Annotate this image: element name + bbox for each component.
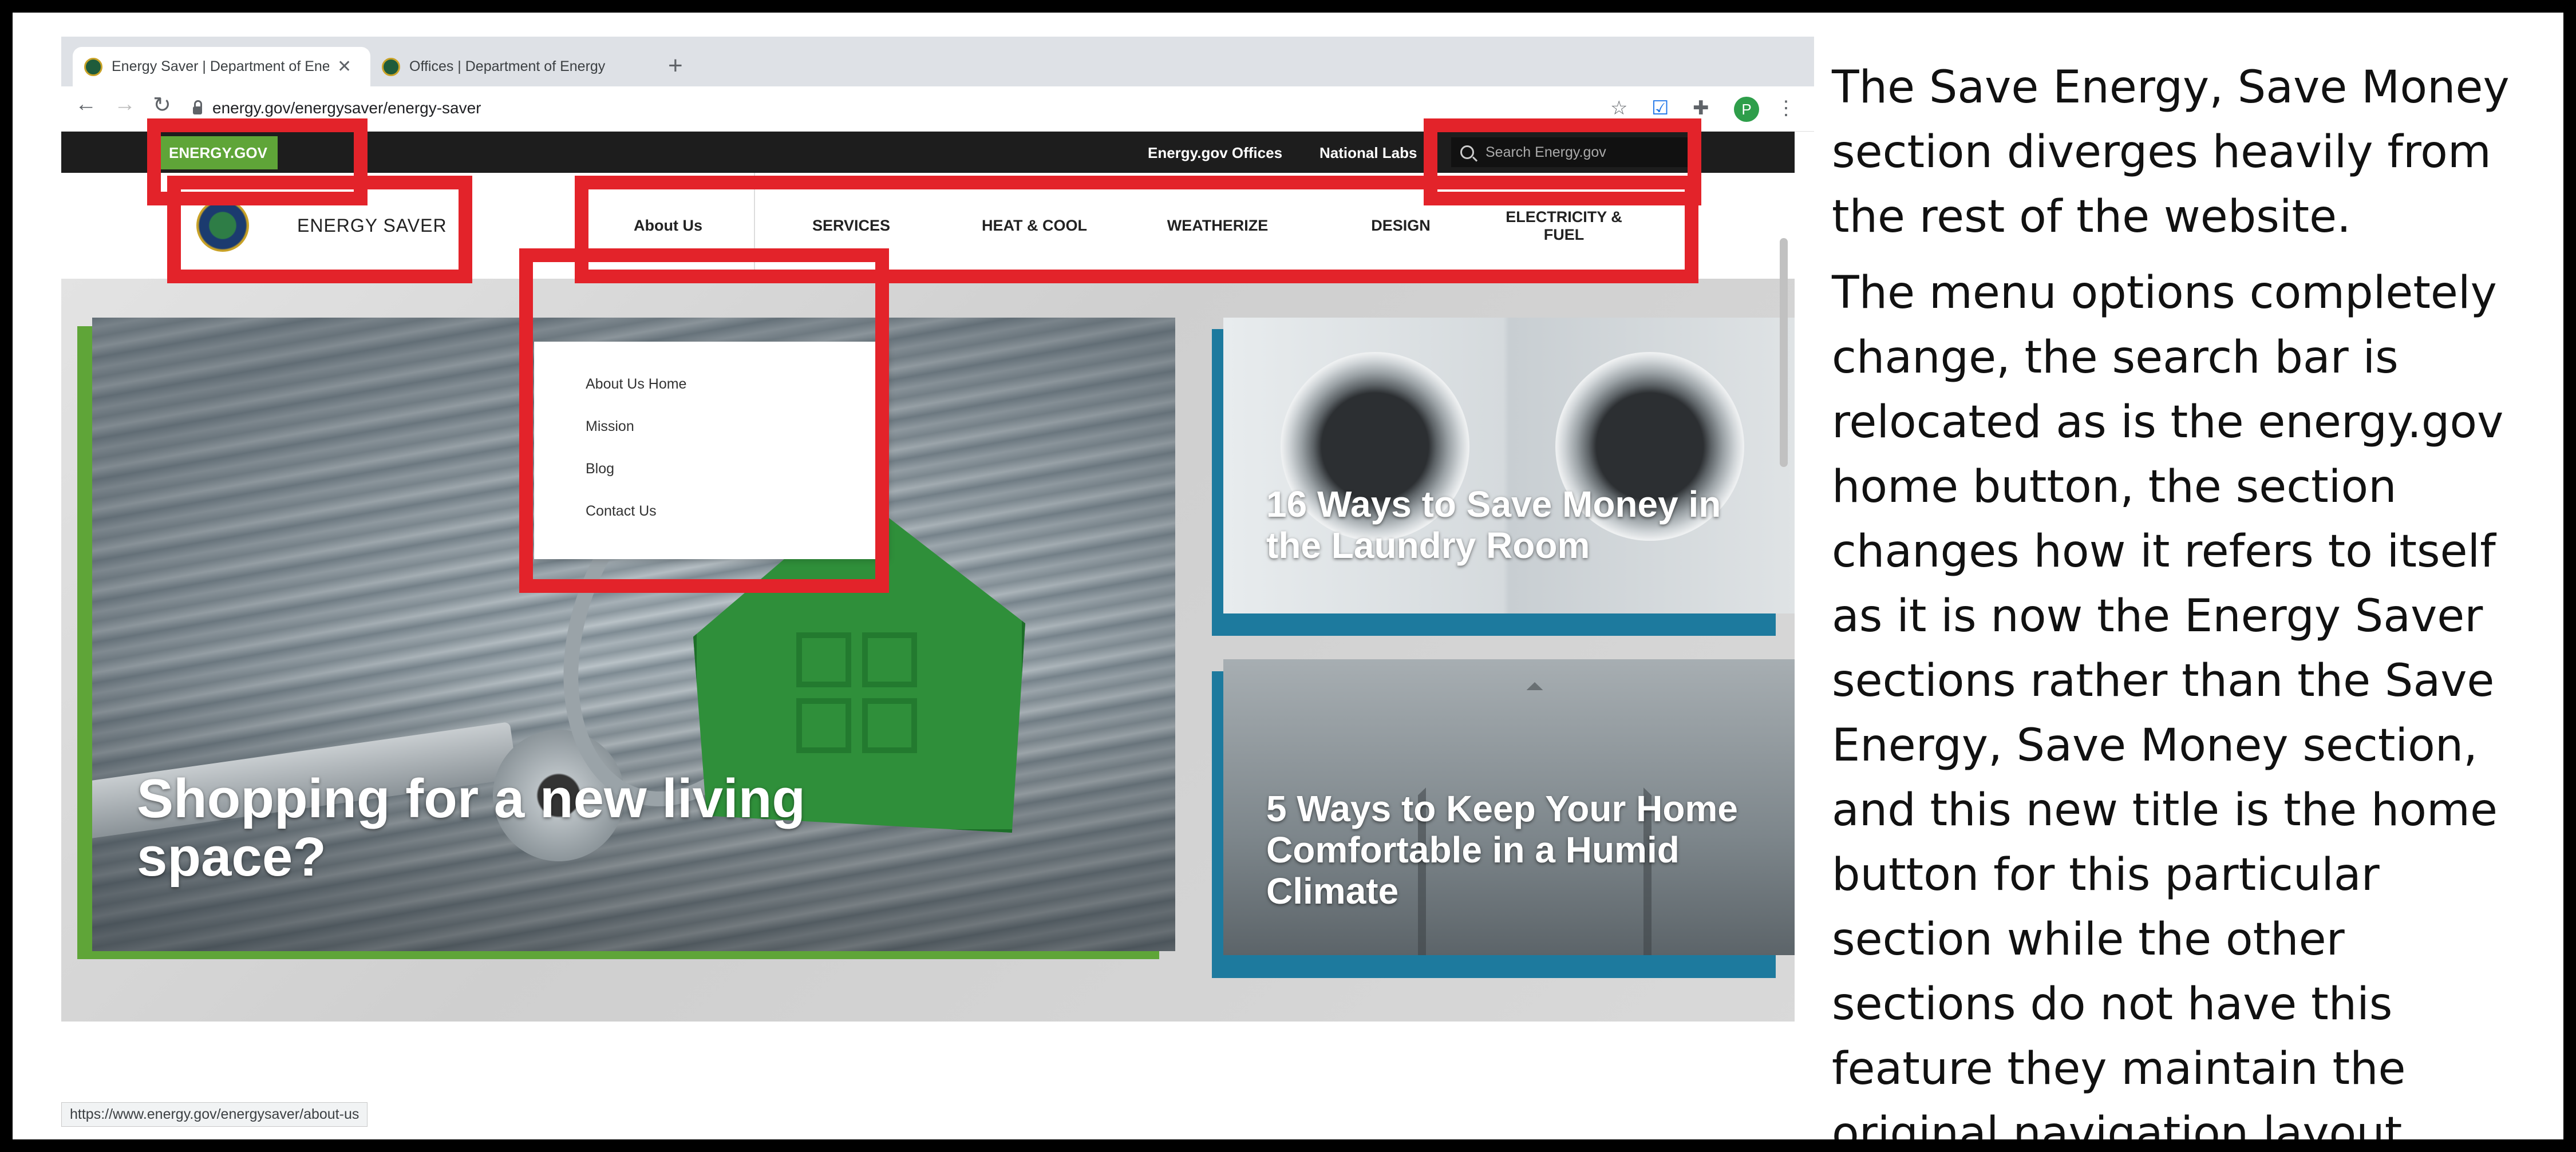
highlight-dropdown — [519, 248, 889, 593]
forward-arrow-icon[interactable]: → — [114, 92, 136, 117]
address-url: energy.gov/energysaver/energy-saver — [212, 99, 481, 117]
humid-card[interactable]: 5 Ways to Keep Your Home Comfortable in … — [1223, 659, 1795, 955]
slide-canvas: Energy Saver | Department of Energy ✕ Of… — [13, 13, 2563, 1139]
page-scrollbar[interactable] — [1780, 238, 1788, 467]
tab-energy-saver[interactable]: Energy Saver | Department of Energy ✕ — [73, 47, 370, 86]
annotation-text: The Save Energy, Save Money section dive… — [1832, 56, 2542, 1139]
new-tab-button[interactable]: + — [668, 52, 683, 80]
hero-title[interactable]: Shopping for a new living space? — [137, 770, 938, 886]
kebab-menu-icon[interactable]: ⋮ — [1776, 97, 1796, 120]
profile-avatar[interactable]: P — [1734, 97, 1759, 122]
extension-icon[interactable]: ☑ — [1652, 97, 1669, 120]
annotation-paragraph: The menu options completely change, the … — [1832, 267, 2504, 1139]
star-icon[interactable]: ☆ — [1610, 97, 1627, 120]
laundry-card-title[interactable]: 16 Ways to Save Money in the Laundry Roo… — [1266, 484, 1759, 566]
lock-icon — [193, 100, 202, 114]
offices-link[interactable]: Energy.gov Offices — [1148, 144, 1282, 162]
puzzle-icon[interactable]: ✚ — [1693, 97, 1709, 120]
laundry-card[interactable]: 16 Ways to Save Money in the Laundry Roo… — [1223, 318, 1795, 613]
doe-favicon-icon — [84, 57, 102, 76]
doe-favicon-icon — [382, 57, 400, 76]
reload-icon[interactable]: ↻ — [153, 92, 171, 118]
tab-strip: Energy Saver | Department of Energy ✕ Of… — [61, 37, 1814, 86]
tab-title: Energy Saver | Department of Energy — [112, 58, 329, 74]
tab-title: Offices | Department of Energy — [409, 58, 606, 74]
window-pane — [796, 698, 851, 753]
humid-card-title[interactable]: 5 Ways to Keep Your Home Comfortable in … — [1266, 788, 1759, 912]
back-arrow-icon[interactable]: ← — [75, 92, 97, 117]
annotation-paragraph: The Save Energy, Save Money section dive… — [1832, 62, 2510, 243]
national-labs-link[interactable]: National Labs — [1319, 144, 1417, 162]
window-pane — [862, 698, 917, 753]
window-pane — [796, 632, 851, 687]
window-pane — [862, 632, 917, 687]
close-icon[interactable]: ✕ — [337, 57, 351, 77]
highlight-site-title — [167, 176, 472, 283]
status-bar-url: https://www.energy.gov/energysaver/about… — [61, 1102, 368, 1127]
tab-offices[interactable]: Offices | Department of Energy — [370, 47, 657, 86]
